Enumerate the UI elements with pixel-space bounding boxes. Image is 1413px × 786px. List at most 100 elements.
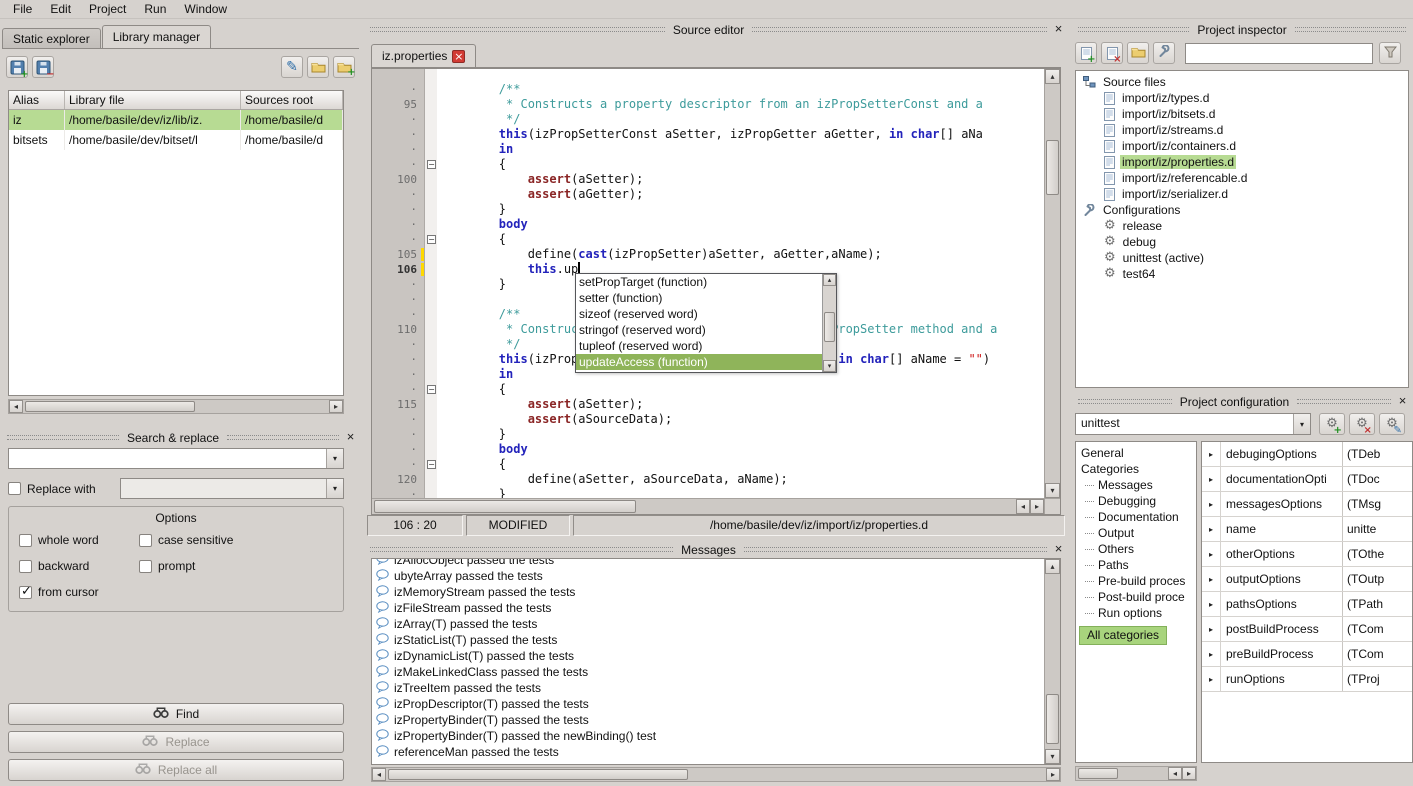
tree-item-configuration[interactable]: ⚙debug xyxy=(1076,234,1408,250)
fold-marker-icon[interactable]: − xyxy=(427,235,436,244)
completion-item[interactable]: stringof (reserved word) xyxy=(576,322,822,338)
remove-library-button[interactable]: − xyxy=(32,56,54,78)
scroll-up-button[interactable]: ▴ xyxy=(1045,69,1060,84)
close-search-panel-button[interactable]: × xyxy=(344,431,357,444)
scroll-right-button[interactable]: ▸ xyxy=(1182,767,1196,780)
remove-configuration-button[interactable]: ⚙× xyxy=(1349,413,1375,435)
property-expander-icon[interactable]: ▸ xyxy=(1202,592,1221,616)
property-expander-icon[interactable]: ▸ xyxy=(1202,667,1221,691)
message-item[interactable]: izMakeLinkedClass passed the tests xyxy=(373,664,1043,680)
scroll-down-button[interactable]: ▾ xyxy=(823,360,836,372)
tree-item-file[interactable]: import/iz/types.d xyxy=(1076,90,1408,106)
message-item[interactable]: izStaticList(T) passed the tests xyxy=(373,632,1043,648)
checkbox-backward[interactable] xyxy=(19,560,32,573)
messages-horizontal-scrollbar[interactable]: ◂ ▸ xyxy=(371,767,1061,782)
category-item[interactable]: Documentation xyxy=(1076,509,1196,525)
scrollbar-thumb[interactable] xyxy=(1078,768,1118,779)
close-messages-button[interactable]: × xyxy=(1052,543,1065,556)
category-item[interactable]: General xyxy=(1076,445,1196,461)
filter-button[interactable] xyxy=(1379,42,1401,64)
search-term-combobox[interactable]: ▾ xyxy=(8,448,344,469)
menu-edit[interactable]: Edit xyxy=(41,0,80,19)
replace-button[interactable]: Replace xyxy=(8,731,344,753)
edit-configuration-button[interactable]: ⚙✎ xyxy=(1379,413,1405,435)
tree-item-file[interactable]: import/iz/properties.d xyxy=(1076,154,1408,170)
library-row[interactable]: bitsets/home/basile/dev/bitset/l/home/ba… xyxy=(9,130,343,150)
property-row[interactable]: ▸messagesOptions(TMsg xyxy=(1202,492,1412,517)
category-item[interactable]: Messages xyxy=(1076,477,1196,493)
message-item[interactable]: izArray(T) passed the tests xyxy=(373,616,1043,632)
scroll-right-button[interactable]: ▸ xyxy=(1046,768,1060,781)
close-configuration-button[interactable]: × xyxy=(1396,395,1409,408)
message-item[interactable]: referenceMan passed the tests xyxy=(373,744,1043,760)
property-expander-icon[interactable]: ▸ xyxy=(1202,492,1221,516)
dropdown-arrow-icon[interactable]: ▾ xyxy=(1293,414,1310,434)
inspector-filter-input[interactable] xyxy=(1185,43,1373,64)
completion-item[interactable]: setPropTarget (function) xyxy=(576,274,822,290)
property-expander-icon[interactable]: ▸ xyxy=(1202,467,1221,491)
menu-file[interactable]: File xyxy=(4,0,41,19)
message-item[interactable]: izPropertyBinder(T) passed the newBindin… xyxy=(373,728,1043,744)
message-item[interactable]: izDynamicList(T) passed the tests xyxy=(373,648,1043,664)
dropdown-arrow-icon[interactable]: ▾ xyxy=(326,479,343,498)
search-option[interactable]: whole word xyxy=(19,533,139,547)
property-row[interactable]: ▸debugingOptions(TDeb xyxy=(1202,442,1412,467)
property-expander-icon[interactable]: ▸ xyxy=(1202,517,1221,541)
scrollbar-thumb[interactable] xyxy=(824,312,835,342)
edit-library-button[interactable]: ✎ xyxy=(281,56,303,78)
add-library-button[interactable]: + xyxy=(6,56,28,78)
scroll-down-button[interactable]: ▾ xyxy=(1045,483,1060,498)
fold-marker-icon[interactable]: − xyxy=(427,160,436,169)
library-column-header[interactable]: Alias xyxy=(9,91,65,109)
property-expander-icon[interactable]: ▸ xyxy=(1202,642,1221,666)
message-item[interactable]: izFileStream passed the tests xyxy=(373,600,1043,616)
configuration-combobox[interactable]: unittest ▾ xyxy=(1075,413,1311,435)
line-number-gutter[interactable]: ·95····100····105106···110····115····120… xyxy=(372,69,424,498)
scroll-up-button[interactable]: ▴ xyxy=(823,274,836,286)
property-row[interactable]: ▸outputOptions(TOutp xyxy=(1202,567,1412,592)
open-library-file-button[interactable] xyxy=(307,56,329,78)
checkbox-from-cursor[interactable] xyxy=(19,586,32,599)
scroll-left-button[interactable]: ◂ xyxy=(1168,767,1182,780)
add-configuration-button[interactable]: ⚙+ xyxy=(1319,413,1345,435)
fold-marker-icon[interactable]: − xyxy=(427,385,436,394)
scroll-up-button[interactable]: ▴ xyxy=(1045,559,1060,574)
property-row[interactable]: ▸pathsOptions(TPath xyxy=(1202,592,1412,617)
checkbox-prompt[interactable] xyxy=(139,560,152,573)
tree-item-file[interactable]: import/iz/streams.d xyxy=(1076,122,1408,138)
tree-item-configuration[interactable]: ⚙release xyxy=(1076,218,1408,234)
scrollbar-thumb[interactable] xyxy=(25,401,195,412)
menu-run[interactable]: Run xyxy=(135,0,175,19)
completion-item[interactable]: updateAccess (function) xyxy=(576,354,822,370)
fold-marker-icon[interactable]: − xyxy=(427,460,436,469)
completion-item[interactable]: setter (function) xyxy=(576,290,822,306)
search-option[interactable]: case sensitive xyxy=(139,533,337,547)
all-categories-button[interactable]: All categories xyxy=(1079,626,1167,645)
scroll-right-button[interactable]: ▸ xyxy=(1030,499,1044,514)
category-item[interactable]: Others xyxy=(1076,541,1196,557)
tab-iz-properties[interactable]: iz.properties × xyxy=(371,44,476,67)
find-button[interactable]: Find xyxy=(8,703,344,725)
scroll-left-button[interactable]: ◂ xyxy=(9,400,23,413)
message-item[interactable]: ubyteArray passed the tests xyxy=(373,568,1043,584)
tools-button[interactable] xyxy=(1153,42,1175,64)
checkbox-whole-word[interactable] xyxy=(19,534,32,547)
tab-library-manager[interactable]: Library manager xyxy=(102,25,211,48)
category-item[interactable]: Debugging xyxy=(1076,493,1196,509)
category-item[interactable]: Run options xyxy=(1076,605,1196,621)
open-folder-button[interactable] xyxy=(1127,42,1149,64)
message-item[interactable]: izAllocObject passed the tests xyxy=(373,559,1043,568)
property-row[interactable]: ▸nameunitte xyxy=(1202,517,1412,542)
scrollbar-thumb[interactable] xyxy=(1046,140,1059,195)
replace-term-combobox[interactable]: ▾ xyxy=(120,478,344,499)
remove-source-button[interactable]: × xyxy=(1101,42,1123,64)
scroll-down-button[interactable]: ▾ xyxy=(1045,749,1060,764)
editor-horizontal-scrollbar[interactable]: ◂ ▸ xyxy=(372,498,1060,514)
property-expander-icon[interactable]: ▸ xyxy=(1202,617,1221,641)
scroll-left-button[interactable]: ◂ xyxy=(1016,499,1030,514)
scroll-left-button[interactable]: ◂ xyxy=(372,768,386,781)
close-tab-button[interactable]: × xyxy=(452,50,465,63)
property-row[interactable]: ▸preBuildProcess(TCom xyxy=(1202,642,1412,667)
replace-term-input[interactable] xyxy=(121,479,326,498)
library-column-header[interactable]: Library file xyxy=(65,91,241,109)
